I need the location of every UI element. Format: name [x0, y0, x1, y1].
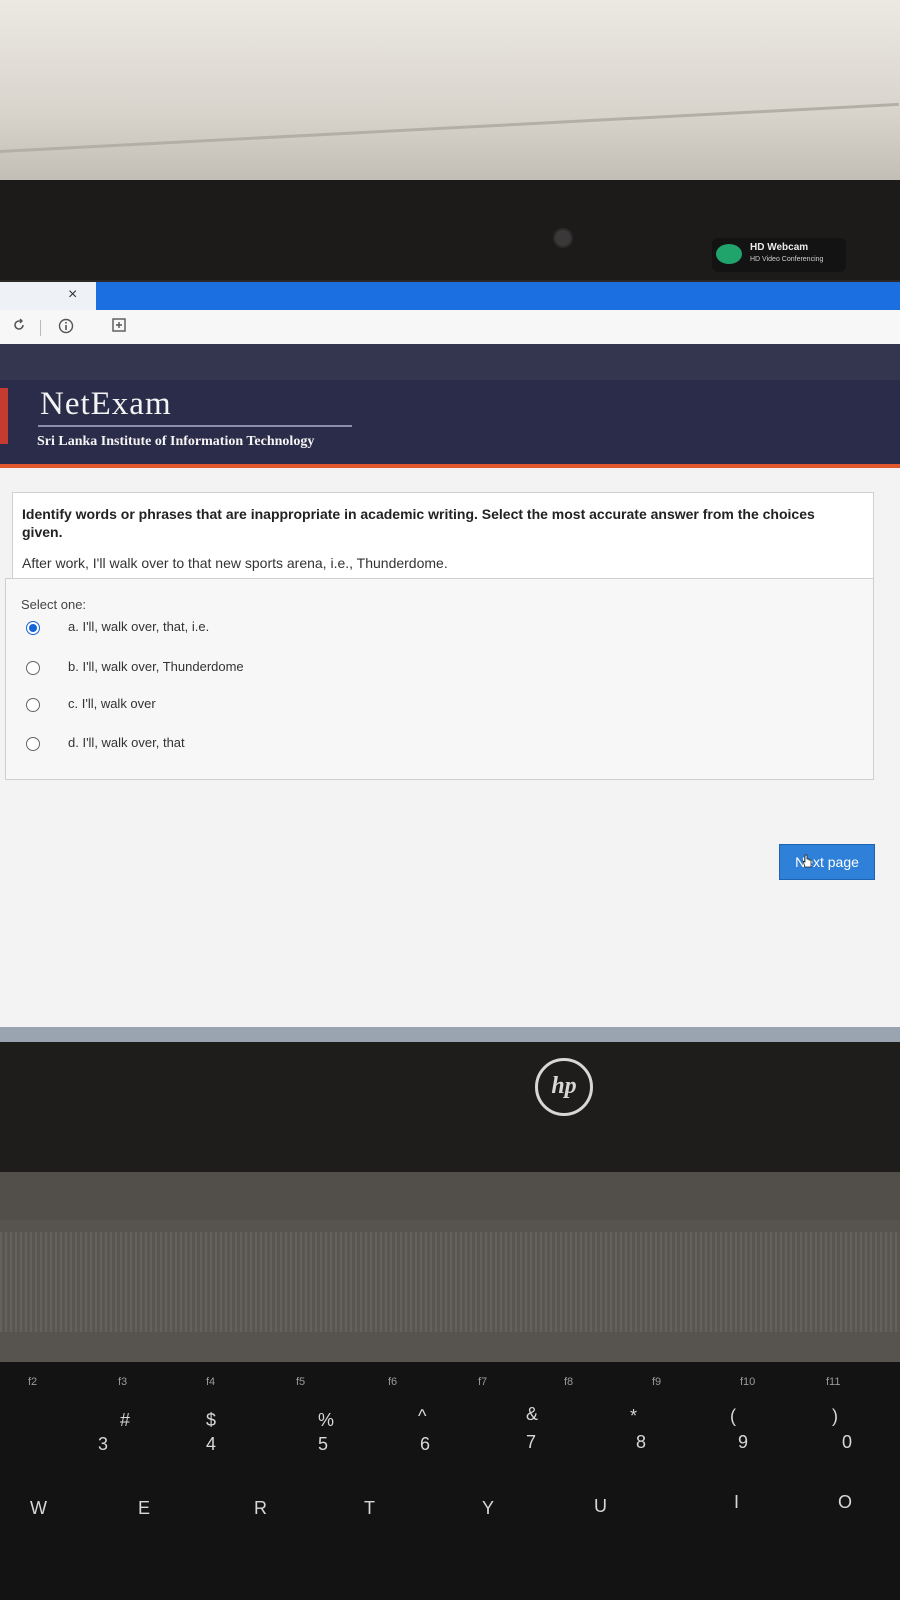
keyboard: f2 f3 f4 f5 f6 f7 f8 f9 f10 f11 # $ % ^ … — [0, 1362, 900, 1600]
key-t[interactable]: T — [364, 1498, 375, 1519]
brand-divider — [38, 425, 352, 427]
key-4-symbol: $ — [206, 1410, 217, 1430]
browser-tab[interactable]: × — [0, 282, 96, 310]
brand-title: NetExam — [40, 386, 172, 422]
question-sentence: After work, I'll walk over to that new s… — [22, 555, 448, 571]
answer-option-label[interactable]: d. I'll, walk over, that — [68, 735, 185, 750]
key-4[interactable]: 4 — [206, 1434, 216, 1455]
extension-icon[interactable] — [112, 318, 126, 336]
key-0[interactable]: 0 — [842, 1432, 852, 1453]
webcam-badge: HD Webcam HD Video Conferencing — [712, 238, 846, 272]
key-8[interactable]: 8 — [636, 1432, 646, 1453]
key-3-symbol: # — [120, 1410, 131, 1430]
key-f3[interactable]: f3 — [118, 1376, 127, 1388]
browser-toolbar — [0, 310, 900, 345]
key-f10[interactable]: f10 — [740, 1376, 755, 1388]
question-box: Identify words or phrases that are inapp… — [12, 492, 874, 580]
key-9[interactable]: 9 — [738, 1432, 748, 1453]
key-r[interactable]: R — [254, 1498, 267, 1519]
next-page-button[interactable]: Next page — [779, 844, 875, 880]
netexam-header: NetExam Sri Lanka Institute of Informati… — [0, 344, 900, 468]
key-7[interactable]: 7 — [526, 1432, 536, 1453]
toolbar-divider — [40, 320, 41, 336]
key-f2[interactable]: f2 — [28, 1376, 37, 1388]
info-icon[interactable] — [58, 318, 74, 338]
answer-option-label[interactable]: c. I'll, walk over — [68, 696, 156, 711]
key-f8[interactable]: f8 — [564, 1376, 573, 1388]
webcam-subtitle: HD Video Conferencing — [750, 256, 824, 263]
key-f11[interactable]: f11 — [826, 1376, 840, 1388]
key-e[interactable]: E — [138, 1498, 150, 1519]
radio-button[interactable] — [26, 737, 40, 751]
webcam-icon — [716, 244, 742, 264]
key-5[interactable]: 5 — [318, 1434, 328, 1455]
key-f9[interactable]: f9 — [652, 1376, 661, 1388]
background-wall — [0, 0, 900, 190]
key-7-symbol: & — [526, 1404, 539, 1424]
key-3[interactable]: 3 — [98, 1434, 108, 1455]
key-f4[interactable]: f4 — [206, 1376, 215, 1388]
question-prompt: Identify words or phrases that are inapp… — [22, 506, 815, 540]
laptop-screen: × NetExam Sri Lanka Institute of Informa… — [0, 282, 900, 1042]
key-f6[interactable]: f6 — [388, 1376, 397, 1388]
radio-button[interactable] — [26, 698, 40, 712]
key-6-symbol: ^ — [418, 1406, 427, 1426]
laptop-hinge — [0, 1172, 900, 1220]
answer-box: Select one: a. I'll, walk over, that, i.… — [5, 578, 874, 780]
key-i[interactable]: I — [734, 1492, 739, 1513]
taskbar-edge — [0, 1027, 900, 1042]
key-5-symbol: % — [318, 1410, 335, 1430]
select-one-label: Select one: — [21, 597, 87, 612]
key-u[interactable]: U — [594, 1496, 607, 1517]
speaker-grille — [0, 1232, 900, 1332]
header-strip — [0, 344, 900, 380]
webcam-title: HD Webcam — [750, 242, 809, 253]
key-f5[interactable]: f5 — [296, 1376, 305, 1388]
key-0-symbol: ) — [832, 1406, 838, 1426]
key-f7[interactable]: f7 — [478, 1376, 487, 1388]
key-8-symbol: * — [630, 1406, 638, 1426]
answer-option-label[interactable]: b. I'll, walk over, Thunderdome — [68, 659, 244, 674]
key-y[interactable]: Y — [482, 1498, 494, 1519]
institute-name: Sri Lanka Institute of Information Techn… — [37, 434, 315, 449]
header-accent-line — [0, 464, 900, 468]
key-9-symbol: ( — [730, 1406, 736, 1426]
radio-button-selected[interactable] — [26, 621, 40, 635]
close-icon[interactable]: × — [68, 286, 77, 304]
hp-logo-icon: hp — [535, 1058, 593, 1116]
key-w[interactable]: W — [30, 1498, 47, 1519]
radio-button[interactable] — [26, 661, 40, 675]
answer-option-label[interactable]: a. I'll, walk over, that, i.e. — [68, 619, 209, 634]
bottom-bezel — [0, 1042, 900, 1172]
reload-icon[interactable] — [12, 318, 26, 336]
browser-tab-bar: × — [0, 282, 900, 310]
hand-cursor-icon — [802, 854, 812, 868]
key-o[interactable]: O — [838, 1492, 852, 1513]
camera-lens-icon — [553, 228, 573, 248]
sliit-logo-icon — [0, 388, 8, 444]
key-6[interactable]: 6 — [420, 1434, 430, 1455]
